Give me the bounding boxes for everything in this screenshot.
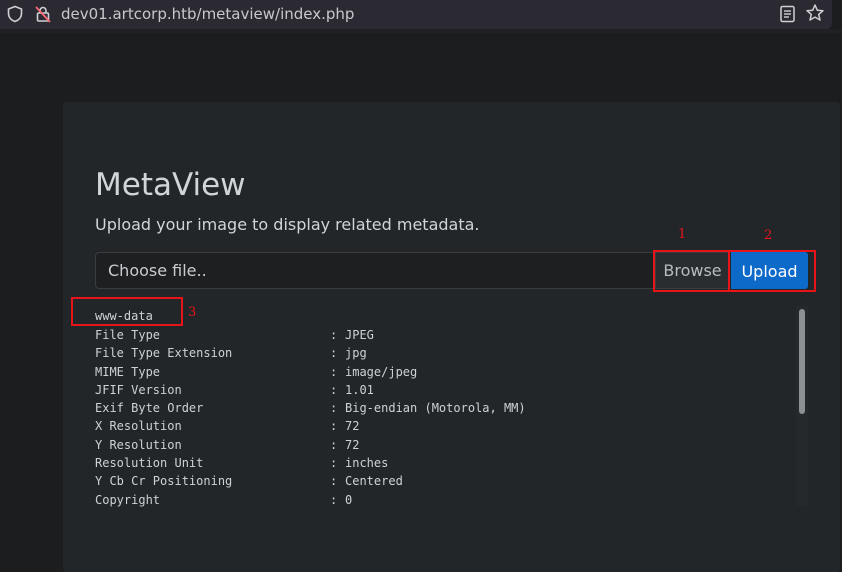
url-text[interactable]: dev01.artcorp.htb/metaview/index.php [61,4,354,24]
metadata-value: inches [345,456,389,471]
metadata-value: Centered [345,474,403,489]
metadata-separator: : [330,401,338,416]
metadata-key: Resolution Unit [95,456,204,471]
page-title: MetaView [95,167,246,203]
metadata-separator: : [330,492,338,507]
metadata-separator: : [330,437,338,452]
metadata-value: JPEG [345,328,374,342]
metadata-value: 1.01 [345,382,374,397]
output-scrollbar[interactable] [796,306,808,506]
annotation-box-2 [728,250,816,292]
metadata-key: X Resolution [95,419,182,434]
metadata-key: Y Cb Cr Positioning [95,474,233,489]
metadata-separator: : [330,364,338,379]
metadata-key: JFIF Version [95,382,182,397]
metadata-key: Exif Byte Order [95,401,204,416]
page-subtitle: Upload your image to display related met… [95,215,480,234]
metadata-value: image/jpeg [345,364,418,379]
annotation-box-1 [653,250,730,292]
metadata-separator: : [330,328,338,342]
metadata-key: File Type Extension [95,346,233,361]
metadata-value: jpg [345,346,367,361]
metadata-output: www-data File Type: JPEG File Type Extens… [95,307,795,507]
insecure-lock-icon[interactable] [33,4,53,24]
toolbar-divider [0,29,842,33]
metadata-key: Y Resolution [95,437,182,452]
metadata-value: 72 [345,419,360,434]
metadata-separator: : [330,346,338,361]
file-input-placeholder: Choose file.. [108,261,207,280]
scrollbar-thumb[interactable] [799,309,805,414]
command-output-user: www-data [95,309,153,323]
annotation-label-1: 1 [678,227,687,242]
annotation-label-2: 2 [764,228,773,243]
metadata-separator: : [330,419,338,434]
metadata-separator: : [330,382,338,397]
metadata-separator: : [330,474,338,489]
browser-url-bar[interactable]: dev01.artcorp.htb/metaview/index.php [0,0,832,29]
metadata-value: Big-endian (Motorola, MM) [345,401,526,416]
metadata-key: File Type [95,328,161,342]
metadata-key: MIME Type [95,364,161,379]
metadata-separator: : [330,456,338,471]
metadata-key: Copyright [95,492,161,507]
bookmark-star-icon[interactable] [805,3,825,23]
metadata-value: 72 [345,437,360,452]
metadata-value: 0 [345,492,353,507]
file-input[interactable]: Choose file.. [95,252,655,289]
reader-view-icon[interactable] [779,5,796,23]
shield-icon[interactable] [6,5,24,23]
